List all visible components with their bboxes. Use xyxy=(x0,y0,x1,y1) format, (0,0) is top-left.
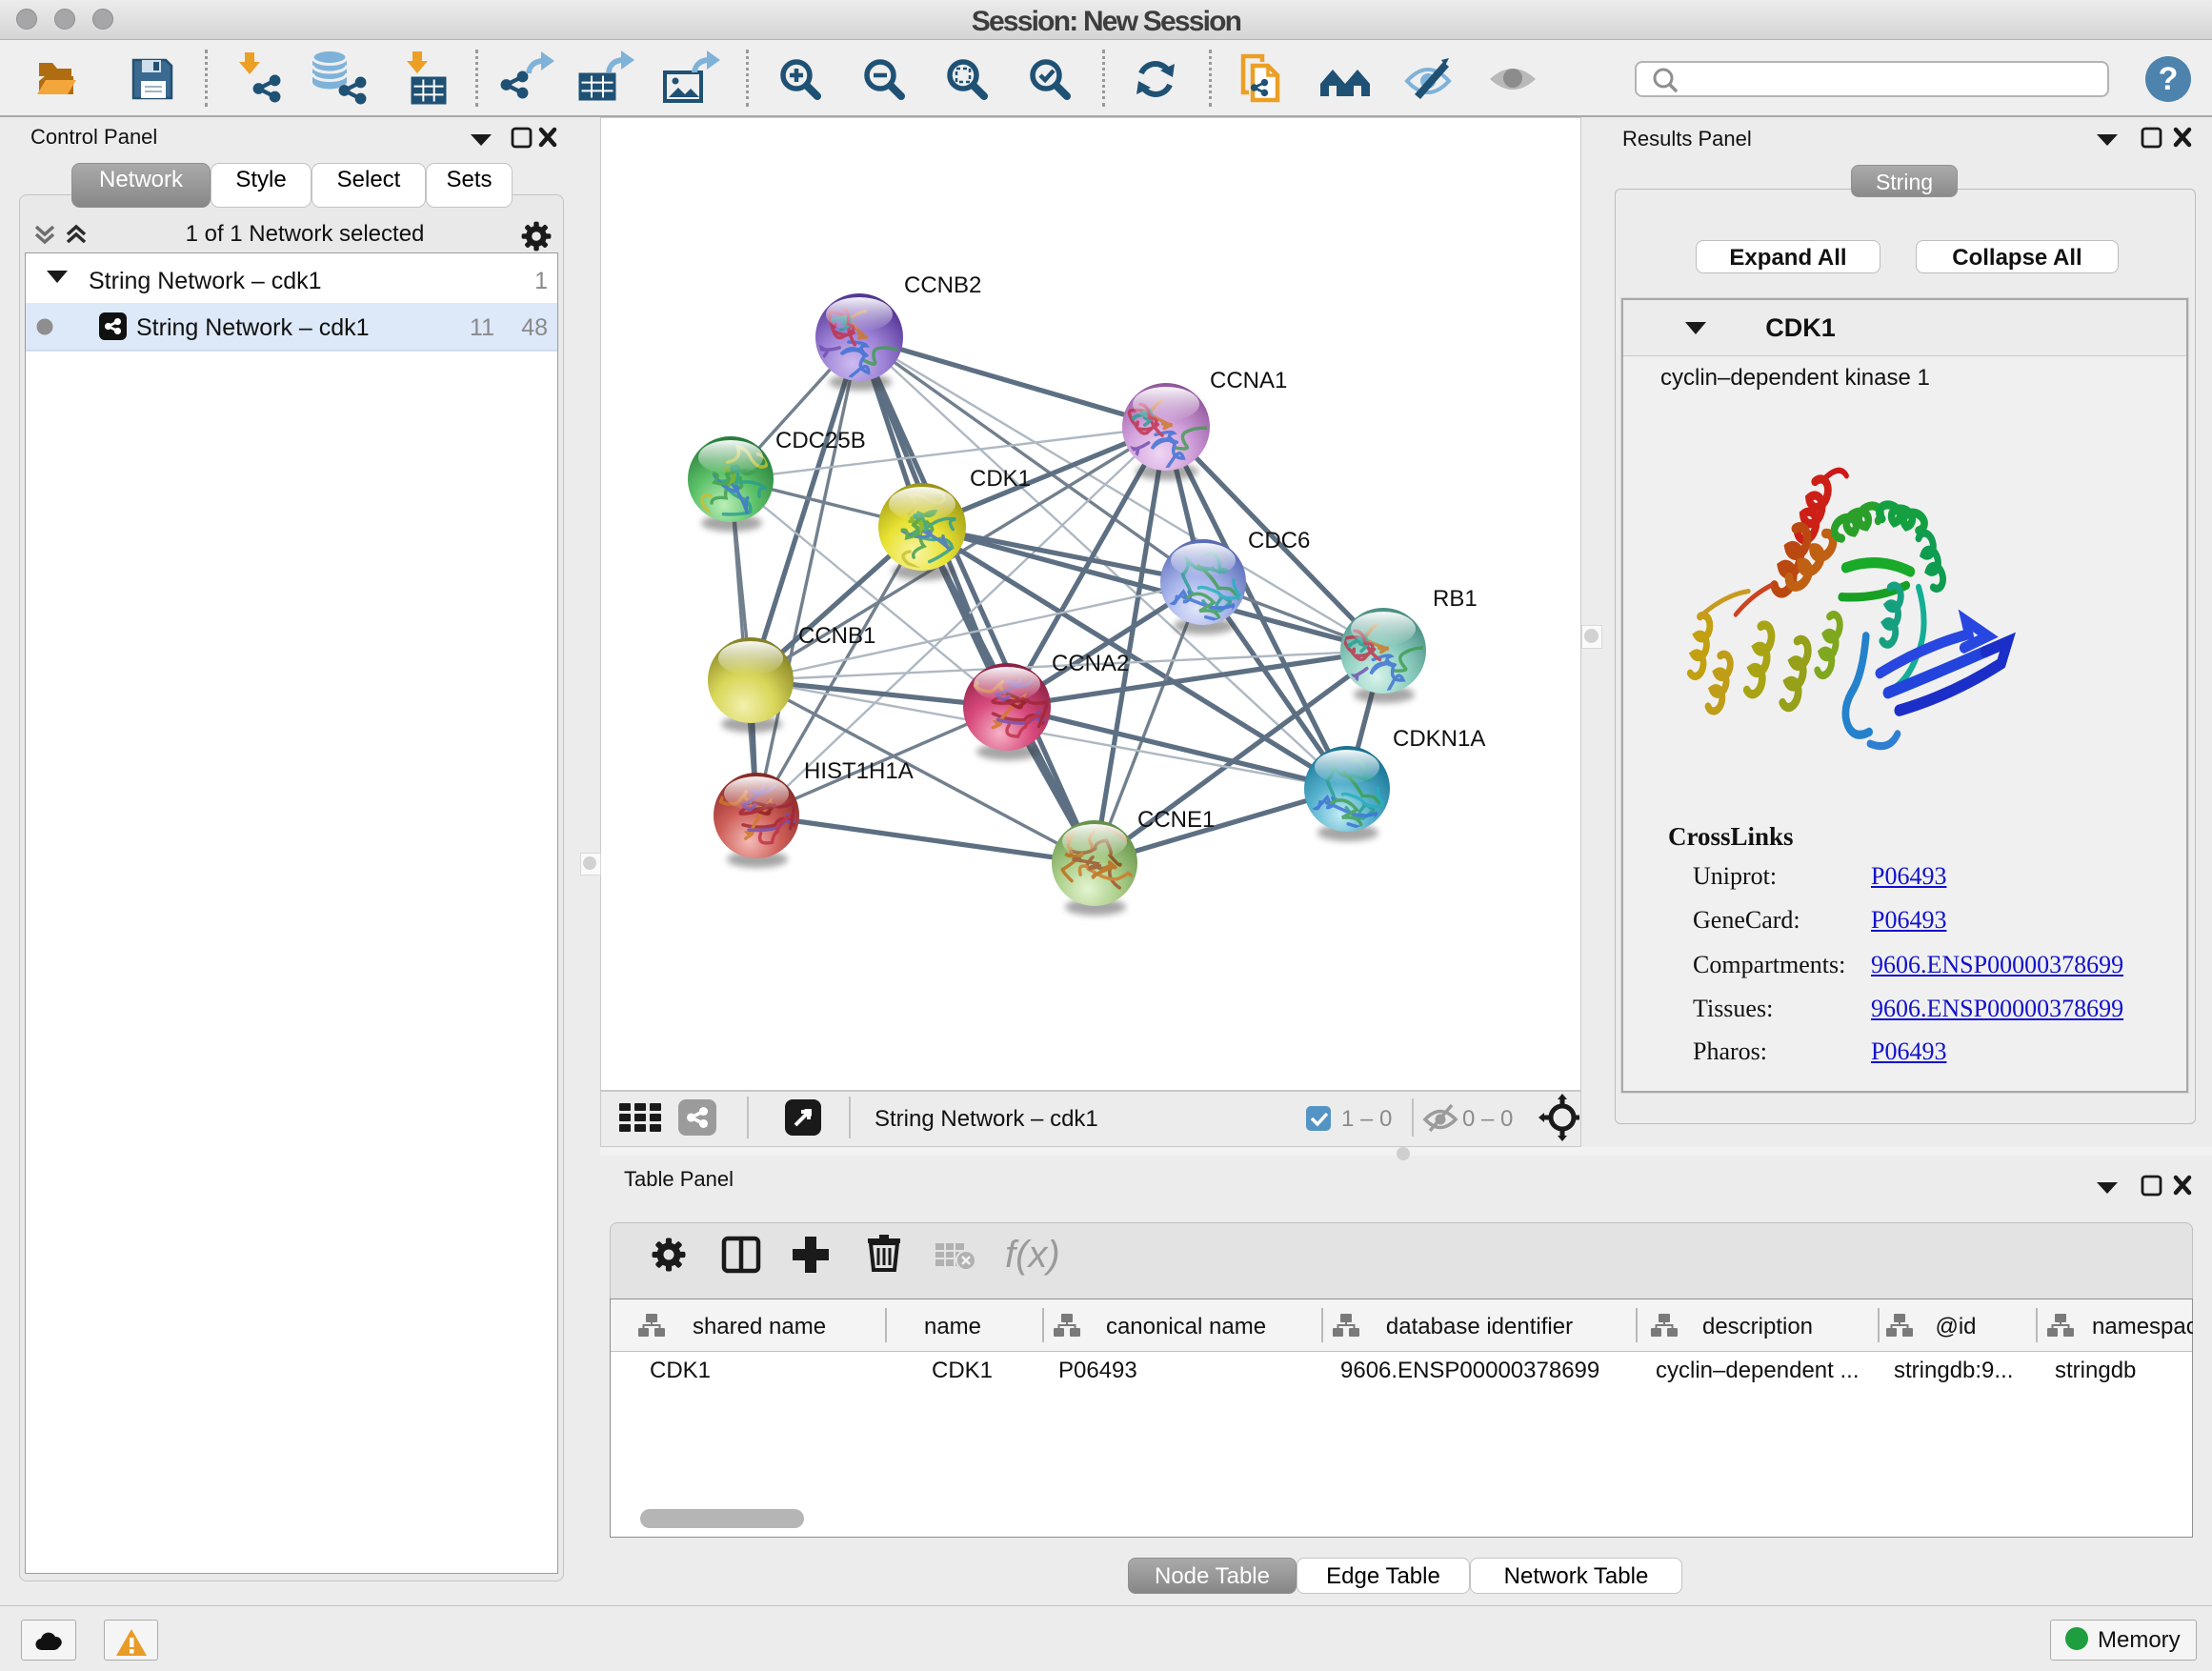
svg-text:9606.ENSP00000378699: 9606.ENSP00000378699 xyxy=(1340,1358,1599,1383)
svg-text:String Network – cdk1: String Network – cdk1 xyxy=(89,268,322,294)
svg-text:CCNB1: CCNB1 xyxy=(798,623,875,649)
svg-text:11: 11 xyxy=(470,314,494,341)
svg-text:1 – 0: 1 – 0 xyxy=(1341,1106,1392,1132)
svg-text:P06493: P06493 xyxy=(1058,1358,1137,1383)
svg-text:canonical name: canonical name xyxy=(1106,1314,1266,1339)
svg-text:0 – 0: 0 – 0 xyxy=(1462,1106,1513,1132)
svg-text:cyclin–dependent ...: cyclin–dependent ... xyxy=(1656,1358,1859,1383)
svg-text:CCNA1: CCNA1 xyxy=(1210,368,1287,393)
svg-text:CCNA2: CCNA2 xyxy=(1052,651,1129,676)
svg-text:@id: @id xyxy=(1935,1314,1976,1339)
svg-text:stringdb:9...: stringdb:9... xyxy=(1894,1358,2013,1383)
svg-text:48: 48 xyxy=(521,314,548,341)
svg-text:CDK1: CDK1 xyxy=(970,466,1031,492)
svg-text:CDKN1A: CDKN1A xyxy=(1393,726,1485,752)
svg-text:name: name xyxy=(924,1314,981,1339)
svg-text:CCNB2: CCNB2 xyxy=(904,272,981,298)
svg-text:CDK1: CDK1 xyxy=(932,1358,993,1383)
svg-text:f(x): f(x) xyxy=(1005,1234,1060,1276)
svg-text:CDK1: CDK1 xyxy=(650,1358,711,1383)
svg-text:HIST1H1A: HIST1H1A xyxy=(804,758,914,784)
svg-text:String Network – cdk1: String Network – cdk1 xyxy=(875,1106,1098,1132)
svg-text:1: 1 xyxy=(534,268,548,294)
svg-text:String Network – cdk1: String Network – cdk1 xyxy=(136,314,370,341)
svg-text:RB1: RB1 xyxy=(1433,586,1478,612)
svg-text:namespace: namespace xyxy=(2092,1314,2193,1339)
svg-text:stringdb: stringdb xyxy=(2055,1358,2136,1383)
svg-text:database identifier: database identifier xyxy=(1386,1314,1573,1339)
svg-text:CDC25B: CDC25B xyxy=(775,428,866,453)
svg-text:description: description xyxy=(1702,1314,1813,1339)
svg-text:shared name: shared name xyxy=(693,1314,826,1339)
svg-text:?: ? xyxy=(2159,61,2179,97)
svg-text:CCNE1: CCNE1 xyxy=(1137,807,1215,833)
svg-text:CDC6: CDC6 xyxy=(1248,528,1310,554)
